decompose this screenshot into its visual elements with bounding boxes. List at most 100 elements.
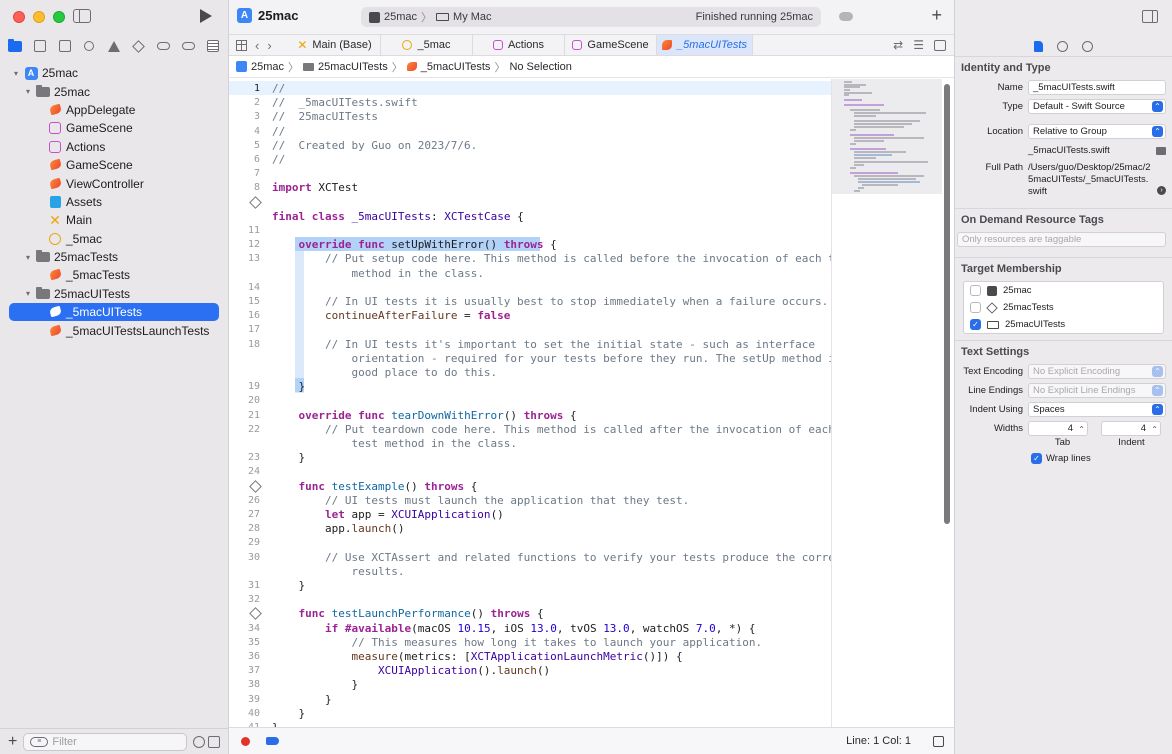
xcode-window: ▾ A 25mac ▾ 25mac AppDelegate GameScene Actions… xyxy=(0,0,1172,754)
navigator-filter-field[interactable]: ≡ Filter xyxy=(23,732,187,751)
editor-tab[interactable]: ✕ Main (Base) xyxy=(289,35,381,55)
tree-item[interactable]: Actions xyxy=(0,138,228,156)
quick-help-icon[interactable] xyxy=(1082,40,1093,52)
tree-item[interactable]: ViewController xyxy=(0,174,228,192)
run-destination-selector[interactable]: My Mac xyxy=(436,11,492,23)
target-checkbox[interactable] xyxy=(970,285,981,296)
minimize-window-button[interactable] xyxy=(33,11,45,23)
back-arrow-icon[interactable]: ‹ xyxy=(255,38,259,53)
mac-icon xyxy=(436,13,450,21)
add-file-button[interactable]: + xyxy=(8,733,17,750)
project-title: A 25mac xyxy=(237,8,298,23)
tree-item[interactable]: ▾ 25macUITests xyxy=(0,285,228,303)
find-navigator-tab[interactable] xyxy=(80,38,98,54)
line-number: 31 xyxy=(247,580,260,591)
minimap[interactable] xyxy=(831,79,942,194)
code-line: orientation - required for your tests be… xyxy=(351,351,831,365)
symbol-navigator-tab[interactable] xyxy=(56,38,74,54)
storyboard-icon: ✕ xyxy=(49,212,61,229)
forward-arrow-icon[interactable]: › xyxy=(267,38,271,53)
source-control-filter-icon[interactable] xyxy=(208,735,220,748)
tree-item[interactable]: AppDelegate xyxy=(0,101,228,119)
test-diamond-icon[interactable] xyxy=(249,607,262,621)
tree-item[interactable]: GameScene xyxy=(0,156,228,174)
code-review-icon[interactable]: ⇄ xyxy=(893,38,903,52)
text-settings-section: Text Settings Text Encoding No Explicit … xyxy=(955,340,1172,470)
source-control-navigator-tab[interactable] xyxy=(31,38,49,54)
tree-item[interactable]: _5macTests xyxy=(0,266,228,284)
cursor-position: Line: 1 Col: 1 xyxy=(846,735,911,747)
tree-item-label: Main xyxy=(66,213,93,228)
close-window-button[interactable] xyxy=(13,11,25,23)
tree-item[interactable]: ▾ 25mac xyxy=(0,82,228,100)
line-number: 20 xyxy=(247,395,260,407)
vertical-scrollbar[interactable] xyxy=(944,84,950,524)
chevron-down-icon[interactable]: ▾ xyxy=(24,87,32,96)
tree-item[interactable]: _5macUITests xyxy=(9,303,219,322)
folder-icon[interactable] xyxy=(1156,146,1166,155)
breakpoint-navigator-tab[interactable] xyxy=(179,38,197,54)
add-editor-icon[interactable] xyxy=(934,39,946,51)
line-endings-select[interactable]: No Explicit Line Endings xyxy=(1028,383,1166,398)
jumpbar-project[interactable]: 25mac xyxy=(251,61,284,73)
issue-navigator-tab[interactable] xyxy=(105,38,123,54)
minimap-line xyxy=(854,175,924,177)
jumpbar-file[interactable]: _5macUITests xyxy=(421,61,491,73)
file-inspector-icon[interactable] xyxy=(1034,40,1043,52)
editor-tab[interactable]: _5macUITests xyxy=(657,35,753,55)
tree-item-label: _5macUITests xyxy=(66,305,143,320)
report-navigator-tab[interactable] xyxy=(204,38,222,54)
name-field[interactable]: _5macUITests.swift xyxy=(1028,80,1166,95)
stop-indicator-icon[interactable] xyxy=(241,736,250,746)
indent-using-select[interactable]: Spaces xyxy=(1028,402,1166,417)
chevron-down-icon[interactable]: ▾ xyxy=(12,69,20,78)
tree-item[interactable]: GameScene xyxy=(0,119,228,137)
test-diamond-icon[interactable] xyxy=(249,195,262,209)
tab-width-field[interactable]: 4 xyxy=(1028,421,1088,436)
odr-tags-field[interactable]: Only resources are taggable xyxy=(957,232,1166,247)
sidebar-toggle-icon[interactable] xyxy=(73,9,91,23)
test-navigator-tab[interactable] xyxy=(130,38,148,54)
debug-navigator-tab[interactable] xyxy=(155,38,173,54)
tree-item[interactable]: _5macUITestsLaunchTests xyxy=(0,321,228,339)
history-inspector-icon[interactable] xyxy=(1057,40,1068,52)
inspector-toggle-icon[interactable] xyxy=(1142,10,1158,23)
tree-item[interactable]: Assets xyxy=(0,193,228,211)
chevron-down-icon[interactable]: ▾ xyxy=(24,289,32,298)
editor-tab[interactable]: _5mac xyxy=(381,35,473,55)
line-number: 28 xyxy=(247,523,260,535)
line-number-gutter: 1 2 3 4 5 6 7 8 11 12 13 14 15 16 17 18 19 20 21 22 23 24 26 27… xyxy=(229,79,269,727)
type-select[interactable]: Default - Swift Source xyxy=(1028,99,1166,114)
indent-width-field[interactable]: 4 xyxy=(1101,421,1161,436)
target-checkbox[interactable]: ✓ xyxy=(970,319,981,330)
tree-item[interactable]: ▾ A 25mac xyxy=(0,64,228,82)
code-text[interactable]: //// _5macUITests.swift// 25macUITests//… xyxy=(272,79,831,727)
scheme-selector[interactable]: 25mac xyxy=(369,11,417,23)
editor-tab[interactable]: Actions xyxy=(473,35,565,55)
breakpoints-toggle-icon[interactable] xyxy=(266,737,279,745)
reveal-arrow-icon[interactable]: › xyxy=(1157,186,1166,195)
target-checkbox[interactable] xyxy=(970,302,981,313)
project-navigator-tab[interactable] xyxy=(6,38,24,54)
library-add-button[interactable]: + xyxy=(931,5,942,26)
recent-files-icon[interactable] xyxy=(193,735,205,748)
related-items-icon[interactable] xyxy=(236,39,247,51)
tree-item[interactable]: ✕ Main xyxy=(0,211,228,229)
tree-item[interactable]: _5mac xyxy=(0,230,228,248)
folder-icon xyxy=(303,62,315,71)
test-diamond-icon[interactable] xyxy=(249,479,262,493)
wrap-lines-checkbox[interactable]: ✓ xyxy=(1031,453,1042,464)
hide-debug-area-icon[interactable] xyxy=(933,735,944,747)
jumpbar-selection[interactable]: No Selection xyxy=(509,61,571,73)
tree-item[interactable]: ▾ 25macTests xyxy=(0,248,228,266)
adjust-editor-options-icon[interactable]: ☰ xyxy=(913,38,924,52)
location-select[interactable]: Relative to Group xyxy=(1028,124,1166,139)
code-line: } xyxy=(272,692,332,706)
encoding-select[interactable]: No Explicit Encoding xyxy=(1028,364,1166,379)
editor-tab[interactable]: GameScene xyxy=(565,35,657,55)
run-button[interactable] xyxy=(200,9,212,23)
jumpbar-group[interactable]: 25macUITests xyxy=(318,61,388,73)
chevron-down-icon[interactable]: ▾ xyxy=(24,253,32,262)
source-editor[interactable]: 1 2 3 4 5 6 7 8 11 12 13 14 15 16 17 18 19 20 21 22 23 24 26 27… xyxy=(229,79,831,727)
zoom-window-button[interactable] xyxy=(53,11,65,23)
